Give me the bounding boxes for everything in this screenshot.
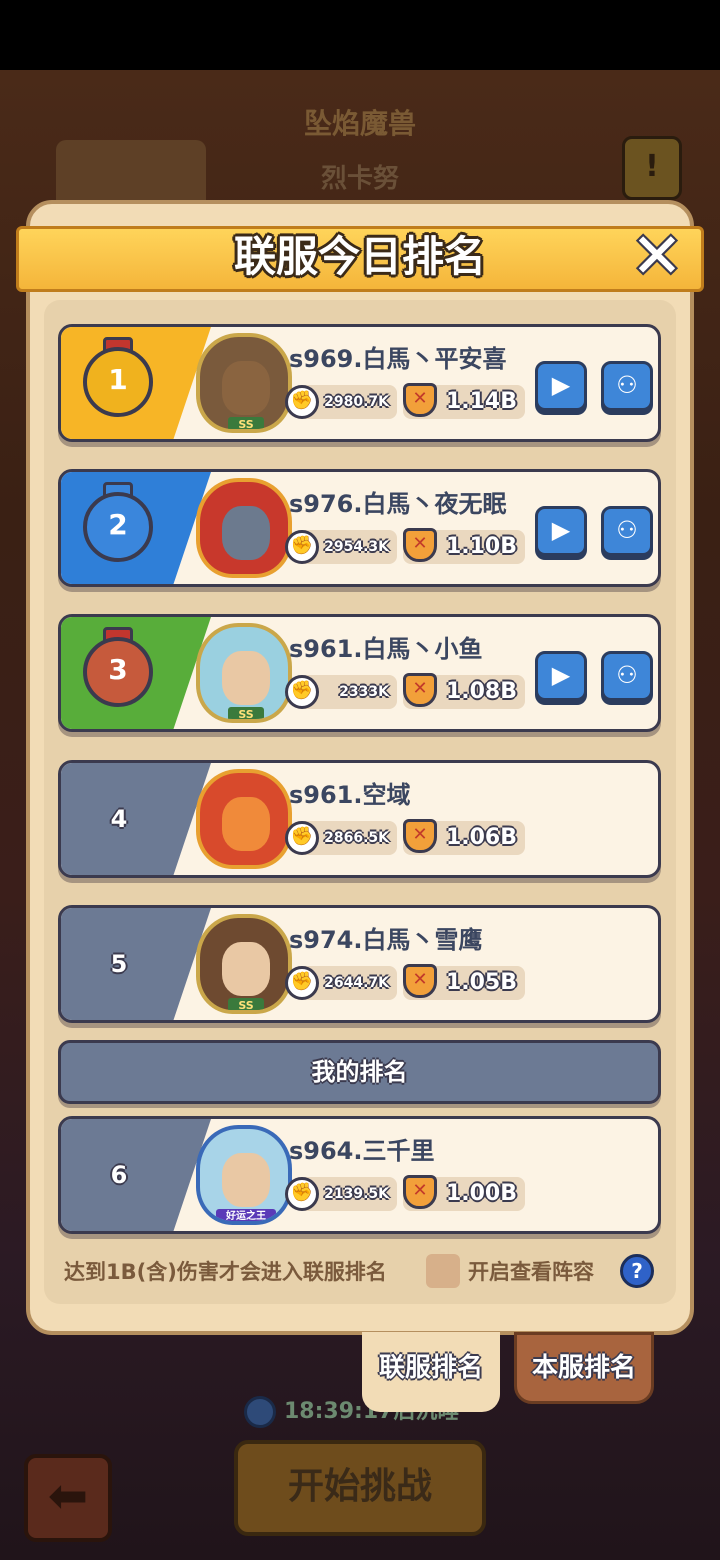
my-rank-row: 6 好运之王 s964.三千里 2139.5K ✊ 1.00B ✕: [58, 1116, 661, 1234]
rank-row-3: 3 SS s961.白馬丶小鱼 2333K ✊ 1.08B ✕ ▶ ⚇: [58, 614, 661, 732]
view-lineup-label: 开启查看阵容: [468, 1260, 594, 1284]
exclamation-icon: !: [645, 149, 659, 184]
player-name: s969.白馬丶平安喜: [289, 345, 507, 373]
avatar-face: [222, 651, 270, 705]
rank-number: 2: [108, 508, 128, 541]
swords-shield-icon: ✕: [403, 819, 437, 853]
player-avatar[interactable]: 好运之王: [196, 1125, 292, 1225]
player-avatar[interactable]: [196, 769, 292, 869]
boss-name: 坠焰魔兽: [303, 107, 416, 140]
player-avatar[interactable]: SS: [196, 914, 292, 1014]
close-button[interactable]: ✕: [624, 225, 690, 288]
rank-row-4: 4 s961.空域 2866.5K ✊ 1.06B ✕: [58, 760, 661, 878]
rank-number: 4: [110, 805, 128, 833]
team-icon: ⚇: [616, 516, 638, 544]
player-name: s976.白馬丶夜无眠: [289, 490, 507, 518]
fist-icon: ✊: [285, 966, 319, 1000]
ranking-requirement-note: 达到1B(含)伤害才会进入联服排名: [64, 1260, 387, 1284]
replay-button[interactable]: ▶: [535, 361, 587, 411]
team-icon: ⚇: [616, 371, 638, 399]
avatar-face: [222, 1153, 270, 1207]
tab-local-server[interactable]: 本服排名: [514, 1332, 654, 1404]
view-lineup-button[interactable]: ⚇: [601, 361, 653, 411]
swords-shield-icon: ✕: [403, 528, 437, 562]
rank-number: 5: [110, 950, 128, 978]
info-button[interactable]: !: [622, 136, 682, 200]
avatar-title-tag: 好运之王: [216, 1209, 276, 1221]
play-icon: ▶: [551, 516, 571, 544]
avatar-face: [222, 506, 270, 560]
replay-button[interactable]: ▶: [535, 651, 587, 701]
view-lineup-button[interactable]: ⚇: [601, 506, 653, 556]
swords-shield-icon: ✕: [403, 964, 437, 998]
play-icon: ▶: [551, 371, 571, 399]
player-name: s974.白馬丶雪鹰: [289, 926, 483, 954]
rank-number: 3: [108, 653, 128, 686]
rank-row-5: 5 SS s974.白馬丶雪鹰 2644.7K ✊ 1.05B ✕: [58, 905, 661, 1023]
avatar-grade-tag: SS: [228, 417, 264, 429]
tab-cross-server[interactable]: 联服排名: [362, 1332, 500, 1412]
rank-row-2: 2 s976.白馬丶夜无眠 2954.3K ✊ 1.10B ✕ ▶ ⚇: [58, 469, 661, 587]
status-bar: [0, 0, 720, 70]
player-avatar[interactable]: SS: [196, 623, 292, 723]
bronze-medal-icon: 3: [83, 637, 153, 707]
player-name: s964.三千里: [289, 1137, 435, 1165]
avatar-face: [222, 361, 270, 415]
swords-shield-icon: ✕: [403, 1175, 437, 1209]
boss-subname: 烈卡努: [320, 164, 399, 194]
fist-icon: ✊: [285, 821, 319, 855]
help-icon[interactable]: ?: [620, 1254, 654, 1288]
avatar-face: [222, 942, 270, 996]
rank-number: 1: [108, 363, 128, 396]
silver-medal-icon: 2: [83, 492, 153, 562]
player-avatar[interactable]: [196, 478, 292, 578]
close-icon: ✕: [631, 219, 683, 292]
fist-icon: ✊: [285, 530, 319, 564]
replay-button[interactable]: ▶: [535, 506, 587, 556]
my-rank-header: 我的排名: [58, 1040, 661, 1104]
view-lineup-checkbox[interactable]: [426, 1254, 460, 1288]
avatar-face: [222, 797, 270, 851]
team-icon: ⚇: [616, 661, 638, 689]
gold-medal-icon: 1: [83, 347, 153, 417]
player-name: s961.白馬丶小鱼: [289, 635, 483, 663]
rank-number: 6: [110, 1161, 128, 1189]
play-icon: ▶: [551, 661, 571, 689]
fist-icon: ✊: [285, 385, 319, 419]
view-lineup-button[interactable]: ⚇: [601, 651, 653, 701]
swords-shield-icon: ✕: [403, 383, 437, 417]
rank-row-1: 1 SS s969.白馬丶平安喜 2980.7K ✊ 1.14B ✕ ▶ ⚇: [58, 324, 661, 442]
back-button[interactable]: ⬅: [24, 1454, 112, 1542]
fist-icon: ✊: [285, 675, 319, 709]
panel-title: 联服今日排名: [233, 232, 486, 281]
swords-shield-icon: ✕: [403, 673, 437, 707]
fist-icon: ✊: [285, 1177, 319, 1211]
avatar-grade-tag: SS: [228, 998, 264, 1010]
player-name: s961.空域: [289, 781, 411, 809]
arrow-left-icon: ⬅: [47, 1468, 89, 1524]
start-challenge-button[interactable]: 开始挑战: [234, 1440, 486, 1536]
avatar-grade-tag: SS: [228, 707, 264, 719]
player-avatar[interactable]: SS: [196, 333, 292, 433]
